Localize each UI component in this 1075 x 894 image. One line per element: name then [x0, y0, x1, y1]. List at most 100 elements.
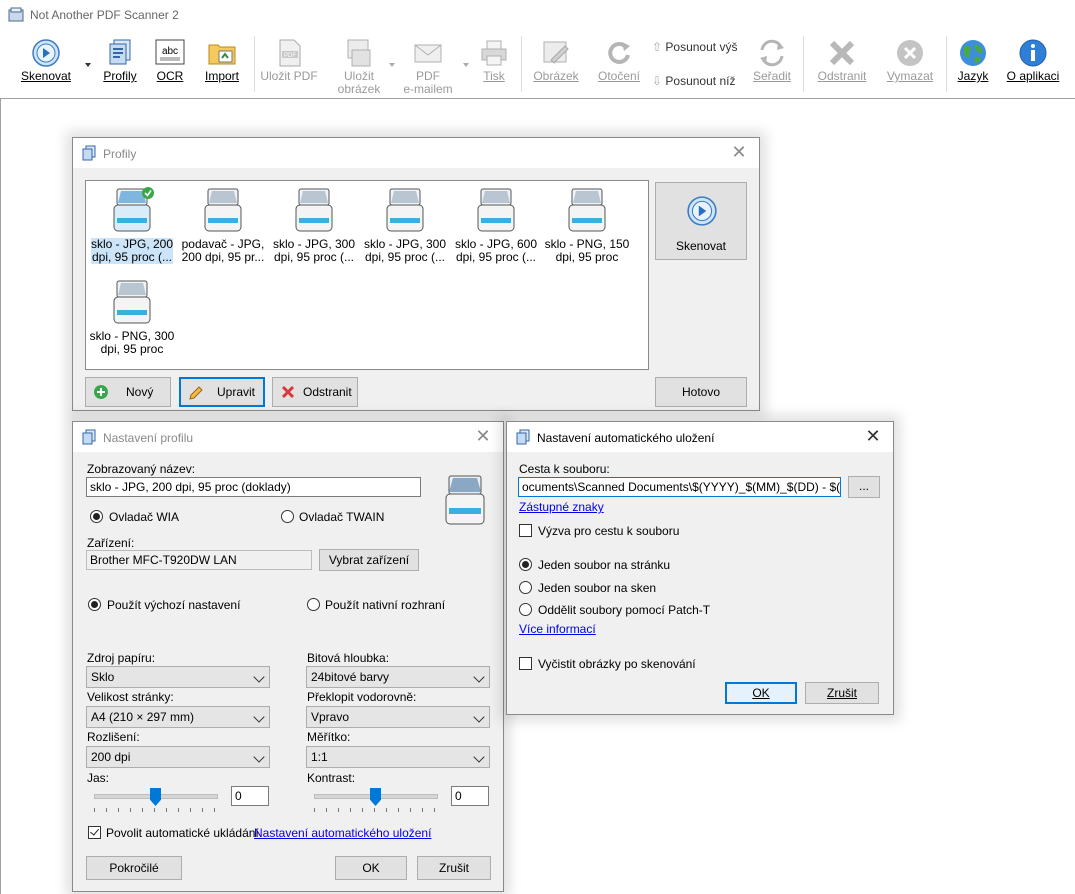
clear-label: Vymazat	[886, 69, 934, 83]
plus-icon	[94, 385, 108, 399]
scale-select[interactable]: 1:1	[306, 746, 490, 768]
resolution-label: Rozlišení:	[87, 730, 140, 744]
one-per-page-radio[interactable]	[519, 558, 532, 571]
profile-item[interactable]: podavač - JPG, 200 dpi, 95 pr...	[179, 185, 267, 264]
device-field: Brother MFC-T920DW LAN	[86, 550, 312, 570]
profile-item[interactable]: sklo - PNG, 300 dpi, 95 proc	[88, 277, 176, 356]
flip-value: Vpravo	[311, 710, 350, 724]
save-pdf-button[interactable]: PDF Uložit PDF	[258, 36, 320, 94]
globe-icon	[960, 40, 986, 66]
paper-source-select[interactable]: Sklo	[86, 666, 270, 688]
move-down-button[interactable]: ⇩ Posunout níž	[652, 74, 735, 90]
image-button[interactable]: Obrázek	[530, 36, 582, 94]
new-profile-button[interactable]: Nový	[85, 377, 171, 407]
browse-button[interactable]: ...	[848, 476, 880, 498]
contrast-slider[interactable]	[314, 788, 438, 812]
bit-depth-value: 24bitové barvy	[311, 670, 390, 684]
brightness-input[interactable]: 0	[231, 786, 269, 806]
save-image-button[interactable]: Uložit obrázek	[332, 36, 386, 96]
sort-label: Seřadit	[752, 69, 792, 83]
autosave-dialog-titlebar: Nastavení automatického uložení ✕	[507, 422, 893, 452]
rotate-button[interactable]: Otočení	[594, 36, 644, 94]
flip-select[interactable]: Vpravo	[306, 706, 490, 728]
delete-button[interactable]: Odstranit	[812, 36, 872, 94]
pdf-icon: PDF	[279, 39, 301, 67]
twain-driver-radio[interactable]	[281, 510, 294, 523]
chevron-down-icon	[473, 671, 485, 683]
import-label: Import	[204, 69, 239, 83]
scanner-icon	[295, 188, 333, 232]
ocr-button[interactable]: abc OCR	[152, 36, 188, 94]
prompt-path-label: Výzva pro cestu k souboru	[538, 524, 680, 538]
choose-device-button[interactable]: Vybrat zařízení	[319, 549, 419, 571]
autosave-ok-button[interactable]: OK	[725, 682, 797, 704]
scanner-icon	[445, 475, 485, 525]
profiles-button[interactable]: Profily	[100, 36, 140, 94]
close-icon[interactable]: ✕	[861, 425, 885, 449]
scan-dropdown-arrow[interactable]	[85, 63, 91, 67]
profile-label-line2: dpi, 95 proc (...	[273, 250, 355, 264]
prompt-path-checkbox[interactable]	[519, 524, 532, 537]
delete-icon	[829, 40, 855, 66]
profile-label-line2: 200 dpi, 95 pr...	[181, 250, 265, 264]
email-pdf-label: PDF e-mailem	[403, 69, 453, 96]
patch-t-radio[interactable]	[519, 603, 532, 616]
save-image-dropdown-arrow[interactable]	[389, 63, 395, 67]
move-up-button[interactable]: ⇧ Posunout výš	[652, 40, 737, 56]
auto-save-checkbox[interactable]	[88, 826, 101, 839]
more-info-link[interactable]: Více informací	[519, 622, 596, 636]
default-settings-radio[interactable]	[88, 598, 101, 611]
language-button[interactable]: Jazyk	[954, 36, 992, 94]
scan-button[interactable]: Skenovat	[14, 36, 78, 94]
sort-button[interactable]: Seřadit	[750, 36, 794, 94]
profile-label-line2: dpi, 95 proc (...	[455, 250, 537, 264]
advanced-button[interactable]: Pokročilé	[86, 856, 182, 880]
profile-item[interactable]: sklo - JPG, 200 dpi, 95 proc (...	[88, 185, 176, 264]
clear-button[interactable]: Vymazat	[882, 36, 938, 94]
cancel-label: Zrušit	[439, 861, 469, 875]
one-per-scan-radio[interactable]	[519, 581, 532, 594]
about-button[interactable]: O aplikaci	[1004, 36, 1062, 94]
contrast-slider-thumb[interactable]	[370, 788, 381, 806]
bit-depth-select[interactable]: 24bitové barvy	[306, 666, 490, 688]
profile-item[interactable]: sklo - JPG, 300 dpi, 95 proc (...	[270, 185, 358, 264]
contrast-input[interactable]: 0	[451, 786, 489, 806]
brightness-slider-thumb[interactable]	[150, 788, 161, 806]
brightness-slider[interactable]	[94, 788, 218, 812]
scanner-icon	[113, 187, 154, 232]
print-button[interactable]: Tisk	[476, 36, 512, 94]
profiles-dialog-title: Profily	[103, 147, 137, 161]
choose-device-label: Vybrat zařízení	[328, 553, 410, 567]
email-dropdown-arrow[interactable]	[463, 63, 469, 67]
toolbar-separator	[254, 36, 255, 92]
scale-label: Měřítko:	[307, 730, 351, 744]
scanner-icon	[204, 188, 242, 232]
cancel-button[interactable]: Zrušit	[417, 856, 491, 880]
clear-images-checkbox[interactable]	[519, 657, 532, 670]
delete-profile-button[interactable]: Odstranit	[272, 377, 358, 407]
profile-item[interactable]: sklo - JPG, 600 dpi, 95 proc (...	[452, 185, 540, 264]
placeholders-link[interactable]: Zástupné znaky	[519, 500, 604, 514]
ok-button[interactable]: OK	[335, 856, 407, 880]
close-icon[interactable]: ✕	[727, 141, 751, 165]
native-ui-radio[interactable]	[307, 598, 320, 611]
auto-save-settings-link[interactable]: Nastavení automatického uložení	[254, 826, 431, 840]
resolution-select[interactable]: 200 dpi	[86, 746, 270, 768]
rotate-label: Otočení	[597, 69, 641, 83]
wia-driver-radio[interactable]	[90, 510, 103, 523]
one-per-scan-label: Jeden soubor na sken	[538, 581, 657, 595]
display-name-input[interactable]: sklo - JPG, 200 dpi, 95 proc (doklady)	[86, 477, 421, 497]
email-pdf-button[interactable]: PDF e-mailem	[400, 36, 456, 96]
profiles-list[interactable]: sklo - JPG, 200 dpi, 95 proc (... podavač …	[85, 180, 649, 370]
profiles-scan-button[interactable]: Skenovat	[655, 182, 747, 260]
page-size-select[interactable]: A4 (210 × 297 mm)	[86, 706, 270, 728]
advanced-label: Pokročilé	[109, 861, 159, 875]
autosave-cancel-button[interactable]: Zrušit	[805, 682, 879, 704]
done-button[interactable]: Hotovo	[655, 377, 747, 407]
import-button[interactable]: Import	[200, 36, 244, 94]
profile-item[interactable]: sklo - PNG, 150 dpi, 95 proc	[543, 185, 631, 264]
close-icon[interactable]: ✕	[471, 425, 495, 449]
profile-item[interactable]: sklo - JPG, 300 dpi, 95 proc (...	[361, 185, 449, 264]
edit-profile-button[interactable]: Upravit	[179, 377, 265, 407]
path-input[interactable]: ocuments\Scanned Documents\$(YYYY)_$(MM)…	[518, 477, 841, 497]
